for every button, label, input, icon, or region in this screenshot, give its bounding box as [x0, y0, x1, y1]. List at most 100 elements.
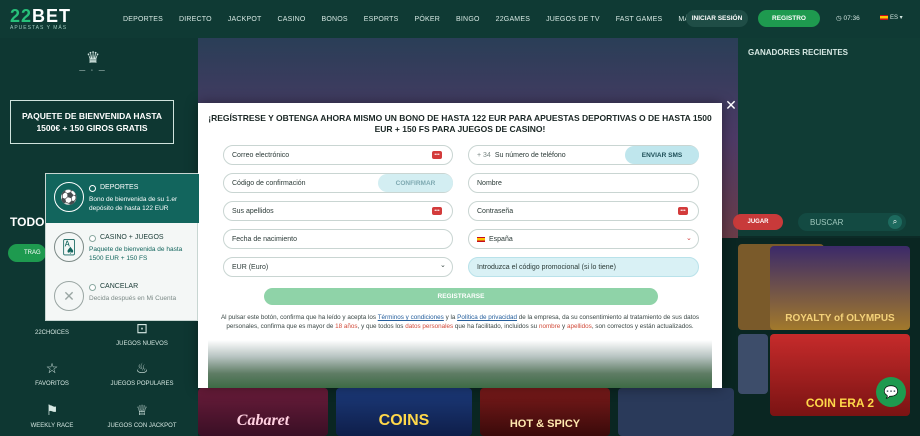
radio-unchecked[interactable] — [89, 284, 96, 291]
birthdate-field[interactable]: Fecha de nacimiento — [223, 229, 453, 249]
error-icon: ••• — [678, 207, 688, 215]
logo-text: BET — [32, 6, 72, 26]
game-hot-spicy[interactable]: HOT & SPICY — [480, 388, 610, 436]
category-new-games[interactable]: ⊡ JUEGOS NUEVOS — [102, 320, 182, 347]
recent-winners-panel: GANADORES RECIENTES — [738, 38, 920, 236]
promo-code-field[interactable]: Introduzca el código promocional (si lo … — [468, 257, 699, 277]
code-placeholder: Código de confirmación — [232, 179, 306, 187]
legal-highlight: apellidos — [566, 322, 592, 330]
category-popular[interactable]: ♨ JUEGOS POPULARES — [102, 360, 182, 387]
chevron-down-icon: ▾ — [898, 15, 903, 21]
password-placeholder: Contraseña — [477, 207, 514, 215]
chevron-down-icon: ⌄ — [440, 262, 446, 269]
brand-logo[interactable]: 22BET APUESTAS Y MÁS — [10, 6, 80, 34]
surname-field[interactable]: Sus apellidos — [223, 201, 453, 221]
nav-deportes[interactable]: DEPORTES — [115, 16, 171, 23]
confirm-button[interactable]: CONFIRMAR — [378, 174, 453, 192]
bonus-option-casino[interactable]: 🂡 CASINO + JUEGOS Paquete de bienvenida … — [46, 224, 199, 273]
legal-part: y la — [445, 314, 456, 321]
slot-cards-icon: 🂡 — [54, 232, 84, 262]
nav-casino[interactable]: CASINO — [269, 16, 313, 23]
category-jackpot[interactable]: ♕ JUEGOS CON JACKPOT — [102, 402, 182, 429]
password-field[interactable]: Contraseña — [468, 201, 699, 221]
email-field[interactable]: Correo electrónico — [223, 145, 453, 165]
category-label: JUEGOS POPULARES — [110, 381, 174, 387]
terms-link[interactable]: Términos y condiciones — [378, 314, 444, 321]
category-label: WEEKLY RACE — [30, 423, 74, 429]
tab-slots[interactable]: TRAG — [8, 244, 46, 262]
nav-jackpot[interactable]: JACKPOT — [220, 16, 270, 23]
nav-bonos[interactable]: BONOS — [314, 16, 356, 23]
soccer-ball-icon: ⚽ — [54, 182, 84, 212]
legal-part: , son correctos y están actualizados. — [591, 322, 694, 330]
country-select[interactable]: España — [468, 229, 699, 249]
close-icon[interactable]: ✕ — [724, 98, 738, 112]
crown-icon: ♛ — ◦ — — [79, 50, 107, 74]
bonus-description: Paquete de bienvenida de hasta 1500 EUR … — [89, 246, 183, 262]
game-coins[interactable]: COINS — [336, 388, 472, 436]
game-title: ROYALTY of OLYMPUS — [785, 313, 895, 324]
nav-poker[interactable]: PÓKER — [407, 16, 449, 23]
bonus-title: DEPORTES — [100, 184, 139, 191]
name-field[interactable]: Nombre — [468, 173, 699, 193]
game-cabaret[interactable]: Cabaret — [198, 388, 328, 436]
login-button[interactable]: INICIAR SESIÓN — [686, 10, 748, 27]
privacy-link[interactable]: Política de privacidad — [457, 314, 517, 321]
nav-bingo[interactable]: BINGO — [448, 16, 488, 23]
chat-icon[interactable]: 💬 — [876, 377, 906, 407]
chevron-down-icon: ⌄ — [686, 235, 692, 242]
currency-select[interactable]: EUR (Euro) — [223, 257, 453, 277]
send-sms-button[interactable]: ENVIAR SMS — [625, 146, 699, 164]
register-button[interactable]: REGISTRO — [758, 10, 820, 27]
phone-prefix: + 34 — [477, 151, 491, 159]
category-label: FAVORITOS — [35, 381, 69, 387]
category-weekly-race[interactable]: ⚑ WEEKLY RACE — [12, 402, 92, 429]
search-icon[interactable]: ⌕ — [888, 215, 902, 229]
category-22choices[interactable]: 22CHOICES — [12, 326, 92, 336]
trophy-icon: ♕ — [135, 402, 149, 418]
winners-title: GANADORES RECIENTES — [748, 48, 849, 57]
language-code: ES — [890, 15, 899, 21]
clock-time: 07:36 — [843, 15, 860, 22]
category-favorites[interactable]: ☆ FAVORITOS — [12, 360, 92, 387]
promo-code-placeholder: Introduzca el código promocional (si lo … — [477, 263, 616, 271]
legal-highlight: nombre — [538, 322, 561, 330]
bonus-description: Decida después en Mi Cuenta — [89, 295, 177, 302]
radio-checked[interactable] — [89, 185, 96, 192]
phone-placeholder: Su número de teléfono — [494, 151, 566, 159]
name-placeholder: Nombre — [477, 179, 502, 187]
nav-esports[interactable]: ESPORTS — [356, 16, 407, 23]
welcome-promo-banner[interactable]: PAQUETE DE BIENVENIDA HASTA 1500€ + 150 … — [10, 100, 174, 144]
game-title: Cabaret — [236, 412, 290, 429]
game-title: COINS — [378, 412, 430, 429]
birthdate-placeholder: Fecha de nacimiento — [232, 235, 297, 243]
modal-title: ¡REGÍSTRESE Y OBTENGA AHORA MISMO UN BON… — [208, 113, 712, 134]
bonus-description: Bono de bienvenida de su 1.er depósito d… — [89, 196, 178, 212]
game-title: COIN ERA 2 — [805, 396, 875, 410]
nav-fast-games[interactable]: FAST GAMES — [608, 16, 671, 23]
bonus-option-cancel[interactable]: ✕ CANCELAR Decida después en Mi Cuenta — [46, 273, 199, 322]
radio-unchecked[interactable] — [89, 235, 96, 242]
surname-placeholder: Sus apellidos — [232, 207, 274, 215]
nav-directo[interactable]: DIRECTO — [171, 16, 220, 23]
legal-part: Al pulsar este botón, confirma que ha le… — [220, 314, 377, 321]
game-tile[interactable] — [618, 388, 734, 436]
game-title: HOT & SPICY — [509, 418, 581, 430]
new-games-icon: ⊡ — [136, 320, 148, 336]
cancel-x-icon: ✕ — [54, 281, 84, 311]
legal-text: Al pulsar este botón, confirma que ha le… — [218, 314, 702, 332]
bonus-selector: ⚽ DEPORTES Bono de bienvenida de su 1.er… — [45, 173, 199, 322]
nav-22games[interactable]: 22GAMES — [488, 16, 538, 23]
category-label: JUEGOS NUEVOS — [116, 341, 168, 347]
nav-juegos-tv[interactable]: JUEGOS DE TV — [538, 16, 608, 23]
currency-value: EUR (Euro) — [232, 263, 269, 271]
language-selector[interactable]: ES ▾ — [880, 14, 903, 21]
category-label: JUEGOS CON JACKPOT — [107, 423, 177, 429]
register-submit-button[interactable]: REGISTRARSE — [264, 288, 658, 305]
spain-flag-icon — [477, 236, 485, 242]
play-button[interactable]: JUGAR — [733, 214, 783, 230]
game-royalty-of-olympus[interactable]: ROYALTY of OLYMPUS — [770, 246, 910, 330]
bonus-option-sports[interactable]: ⚽ DEPORTES Bono de bienvenida de su 1.er… — [46, 174, 199, 223]
game-tile[interactable] — [738, 334, 768, 394]
clock: ◷ 07:36 — [836, 14, 860, 22]
